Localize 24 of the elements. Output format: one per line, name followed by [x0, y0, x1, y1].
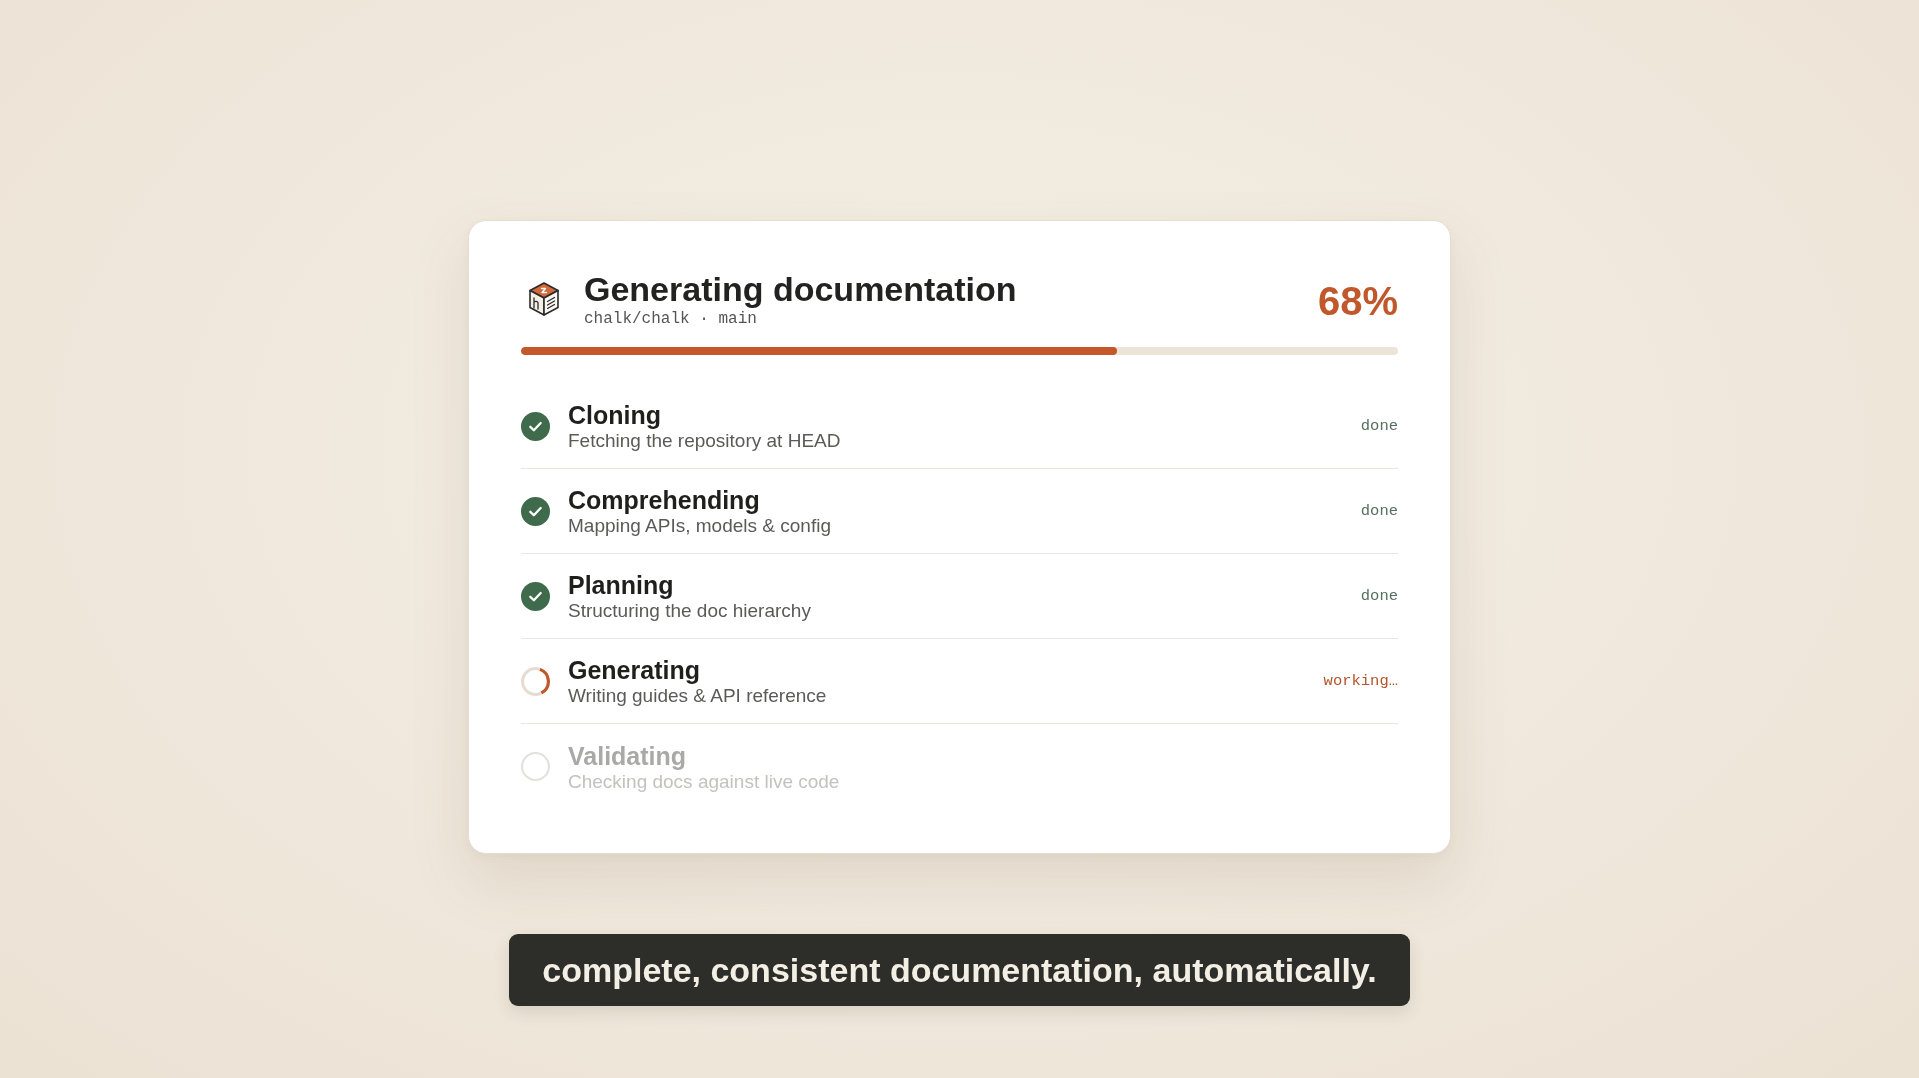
step-status: done — [1360, 417, 1398, 435]
step-description: Structuring the doc hierarchy — [568, 600, 811, 622]
step-status: done — [1360, 502, 1398, 520]
empty-circle-icon — [521, 752, 550, 781]
progress-percent: 68% — [1317, 279, 1398, 323]
check-circle-icon — [521, 496, 550, 526]
step-description: Writing guides & API reference — [568, 685, 827, 707]
check-circle-icon — [521, 581, 550, 611]
step-title: Generating — [568, 655, 700, 685]
step-description: Checking docs against live code — [568, 770, 840, 793]
subtitle-caption: complete, consistent documentation, automatically. — [509, 934, 1410, 1006]
cube-icon — [527, 281, 561, 317]
step-description: Mapping APIs, models & config — [568, 515, 831, 537]
step-title: Cloning — [568, 400, 662, 430]
repo-branch-label: chalk/chalk · main — [584, 309, 757, 329]
step-description: Fetching the repository at HEAD — [568, 430, 841, 452]
step-title: Validating — [568, 740, 687, 771]
step-status: working… — [1323, 672, 1398, 690]
check-circle-icon — [521, 411, 550, 441]
card-title: Generating documentation — [584, 269, 1017, 309]
spinner-icon — [521, 666, 550, 696]
step-title: Comprehending — [568, 485, 760, 515]
step-status: done — [1360, 587, 1398, 605]
step-title: Planning — [568, 570, 674, 600]
